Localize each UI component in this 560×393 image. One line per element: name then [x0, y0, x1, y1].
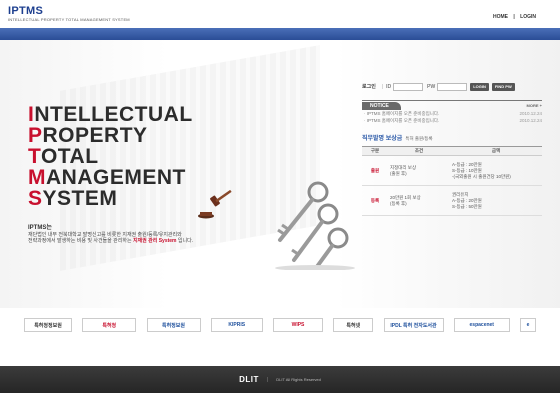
partner-logo[interactable]: KIPRIS: [210, 318, 263, 332]
top-links: HOME | LOGIN: [489, 14, 536, 20]
home-link[interactable]: HOME: [493, 14, 508, 20]
amount-cell: A-등급 : 20만원 S-등급 : 10만원 -(국외출원 시 출원건당 10…: [450, 155, 542, 186]
login-link[interactable]: LOGIN: [520, 14, 536, 20]
hero-title: INTELLECTUAL PROPERTY TOTAL MANAGEMENT S…: [28, 104, 193, 209]
partner-logos: 특허청정보원 특허청 특허정보원 KIPRIS WIPS 특허넷 IPDL 특허…: [24, 315, 536, 335]
login-form: 로그인 | ID PW LOGIN FIND PW: [362, 82, 542, 91]
login-button[interactable]: LOGIN: [470, 82, 489, 91]
footer-logo: DLIT: [239, 375, 259, 384]
highlight-text: 지재권 관리 System: [132, 238, 177, 244]
title-line: MANAGEMENT: [28, 166, 186, 189]
column-header: 금액: [450, 146, 542, 156]
title-line: TOTAL: [28, 145, 99, 168]
table-header-row: 구분 조건 금액: [362, 146, 542, 156]
partner-logo[interactable]: 특허청: [82, 318, 137, 332]
condition-cell: 20만원 1회 보상 (등록 후): [388, 185, 450, 216]
pw-label: PW: [427, 83, 436, 90]
category-cell: 등록: [362, 185, 388, 216]
hero-description: IPTMS는 재단법인 내부 전북대학교 발명신고를 비롯한 지재권 출원/등록…: [28, 225, 228, 245]
condition-cell: 지정대리 보상 (출원 후): [388, 155, 450, 186]
logo-subtitle: INTELLECTUAL PROPERTY TOTAL MANAGEMENT S…: [8, 17, 130, 22]
table-row: 출원 지정대리 보상 (출원 후) A-등급 : 20만원 S-등급 : 10만…: [362, 155, 542, 186]
footer: DLIT | DLIT All Rights Reserved: [0, 366, 560, 393]
title-line: SYSTEM: [28, 187, 118, 210]
partner-logo[interactable]: 특허정보원: [146, 318, 201, 332]
description-line: 전략과정에서 발생하는 비용 및 사건들을 관리하는 지재권 관리 System…: [28, 238, 194, 244]
keys-image: [275, 181, 355, 270]
partner-logo[interactable]: 특허청정보원: [24, 318, 72, 332]
more-link[interactable]: MORE +: [527, 103, 542, 108]
site-logo[interactable]: IPTMS INTELLECTUAL PROPERTY TOTAL MANAGE…: [8, 5, 130, 22]
gavel-icon: [198, 190, 232, 219]
compensation-title: 직무발명 보상금 특허 출원/등록: [362, 136, 433, 142]
notice-box: NOTICE MORE + · IPTMS 홈페이지를 오픈 준비중입니다. 2…: [362, 100, 542, 124]
find-password-button[interactable]: FIND PW: [491, 82, 515, 91]
amount-cell: 권리유지 A-등급 : 20만원 S-등급 : 50만원: [450, 185, 542, 216]
table-row: 등록 20만원 1회 보상 (등록 후) 권리유지 A-등급 : 20만원 S-…: [362, 185, 542, 216]
logo-text: IPTMS: [8, 5, 44, 17]
id-input[interactable]: [393, 82, 424, 91]
title-line: PROPERTY: [28, 124, 148, 147]
nav-bar: [0, 28, 560, 40]
login-label: 로그인: [362, 84, 376, 90]
category-cell: 출원: [362, 155, 388, 186]
partner-logo[interactable]: espacenet: [453, 318, 510, 332]
password-input[interactable]: [437, 82, 468, 91]
title-line: INTELLECTUAL: [28, 103, 193, 126]
link-divider: |: [513, 14, 515, 20]
notice-item[interactable]: · IPTMS 홈페이지를 오픈 준비중입니다. 2010.12.24: [362, 117, 542, 124]
top-header: IPTMS INTELLECTUAL PROPERTY TOTAL MANAGE…: [0, 0, 560, 28]
copyright-text: DLIT All Rights Reserved: [276, 377, 321, 382]
footer-divider: |: [266, 376, 269, 383]
hero-section: INTELLECTUAL PROPERTY TOTAL MANAGEMENT S…: [0, 40, 560, 308]
partner-logo[interactable]: IPDL 특허 전자도서관: [383, 318, 444, 332]
id-label: ID: [386, 83, 392, 90]
column-header: 구분: [362, 146, 388, 156]
partner-logo[interactable]: WIPS: [273, 318, 323, 332]
notice-item[interactable]: · IPTMS 홈페이지를 오픈 준비중입니다. 2010.12.24: [362, 110, 542, 117]
side-panel: 로그인 | ID PW LOGIN FIND PW NOTICE MORE + …: [362, 82, 542, 216]
notice-tab[interactable]: NOTICE: [362, 101, 401, 110]
column-header: 조건: [388, 146, 450, 156]
partner-logo[interactable]: 특허넷: [333, 318, 374, 332]
compensation-table: 구분 조건 금액 출원 지정대리 보상 (출원 후) A-등급 : 20만원 S…: [362, 146, 542, 216]
partner-logo[interactable]: e: [520, 318, 536, 332]
